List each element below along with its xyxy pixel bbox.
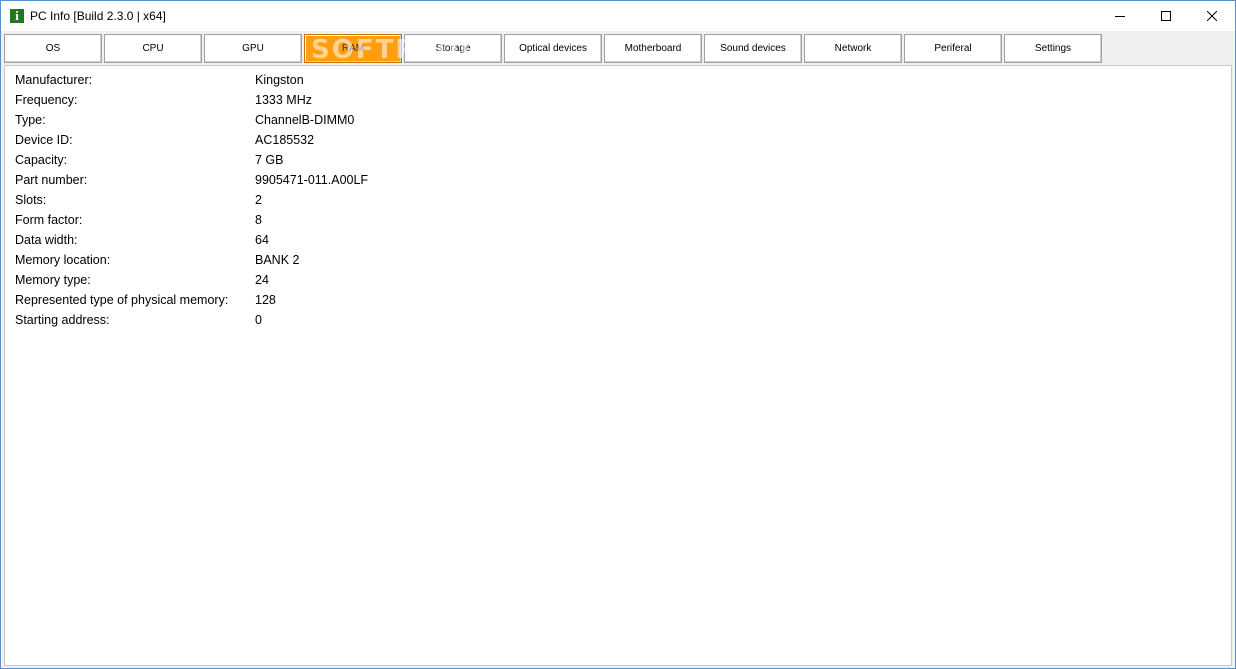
info-value: 1333 MHz xyxy=(255,93,312,107)
info-label: Form factor: xyxy=(15,213,83,227)
info-label: Manufacturer: xyxy=(15,73,93,87)
info-row: Type: ChannelB-DIMM0 xyxy=(15,110,354,130)
info-row: Device ID: AC185532 xyxy=(15,130,314,150)
tab-storage[interactable]: Storage xyxy=(404,34,502,63)
info-value: ChannelB-DIMM0 xyxy=(255,113,355,127)
info-value: 8 xyxy=(255,213,262,227)
info-label: Capacity: xyxy=(15,153,68,167)
info-value: 9905471-011.A00LF xyxy=(255,173,369,187)
info-value: 0 xyxy=(255,313,262,327)
info-label: Frequency: xyxy=(15,93,78,107)
info-label: Part number: xyxy=(15,173,88,187)
info-label: Type: xyxy=(15,113,46,127)
minimize-button[interactable] xyxy=(1097,1,1143,31)
tab-bar: OS CPU GPU RAM Storage Optical devices M… xyxy=(4,34,1104,65)
info-row: Part number: 9905471-011.A00LF xyxy=(15,170,368,190)
info-row: Represented type of physical memory: 128 xyxy=(15,290,276,310)
info-row: Slots: 2 xyxy=(15,190,262,210)
info-label: Device ID: xyxy=(15,133,73,147)
info-row: Data width: 64 xyxy=(15,230,269,250)
info-value: BANK 2 xyxy=(255,253,300,267)
tab-gpu[interactable]: GPU xyxy=(204,34,302,63)
info-label: Slots: xyxy=(15,193,47,207)
tab-ram[interactable]: RAM xyxy=(304,34,402,63)
tab-cpu[interactable]: CPU xyxy=(104,34,202,63)
window-controls xyxy=(1097,1,1235,31)
close-icon xyxy=(1207,11,1217,21)
info-row: Form factor: 8 xyxy=(15,210,262,230)
info-value: 128 xyxy=(255,293,276,307)
maximize-icon xyxy=(1161,11,1171,21)
info-icon: i xyxy=(10,9,24,23)
close-button[interactable] xyxy=(1189,1,1235,31)
info-label: Represented type of physical memory: xyxy=(15,293,229,307)
title-bar[interactable]: i PC Info [Build 2.3.0 | x64] xyxy=(1,1,1235,31)
app-window: i PC Info [Build 2.3.0 | x64] OS CPU GPU… xyxy=(0,0,1236,669)
info-value: Kingston xyxy=(255,73,304,87)
info-row: Manufacturer: Kingston xyxy=(15,70,304,90)
info-row: Memory location: BANK 2 xyxy=(15,250,299,270)
maximize-button[interactable] xyxy=(1143,1,1189,31)
info-label: Starting address: xyxy=(15,313,110,327)
info-row: Capacity: 7 GB xyxy=(15,150,284,170)
info-label: Data width: xyxy=(15,233,78,247)
info-label: Memory location: xyxy=(15,253,111,267)
tab-settings[interactable]: Settings xyxy=(1004,34,1102,63)
window-title: PC Info [Build 2.3.0 | x64] xyxy=(30,9,166,23)
minimize-icon xyxy=(1115,16,1125,17)
info-value: 2 xyxy=(255,193,262,207)
ram-info-panel: Manufacturer: Kingston Frequency: 1333 MHz… xyxy=(4,65,1232,666)
info-value: AC185532 xyxy=(255,133,315,147)
tab-network[interactable]: Network xyxy=(804,34,902,63)
tab-sound-devices[interactable]: Sound devices xyxy=(704,34,802,63)
tab-periferal[interactable]: Periferal xyxy=(904,34,1002,63)
info-row: Memory type: 24 xyxy=(15,270,269,290)
info-value: 7 GB xyxy=(255,153,284,167)
info-value: 24 xyxy=(255,273,269,287)
info-row: Frequency: 1333 MHz xyxy=(15,90,312,110)
tab-os[interactable]: OS xyxy=(4,34,102,63)
info-row: Starting address: 0 xyxy=(15,310,262,330)
info-label: Memory type: xyxy=(15,273,91,287)
tab-motherboard[interactable]: Motherboard xyxy=(604,34,702,63)
info-value: 64 xyxy=(255,233,269,247)
tab-optical-devices[interactable]: Optical devices xyxy=(504,34,602,63)
